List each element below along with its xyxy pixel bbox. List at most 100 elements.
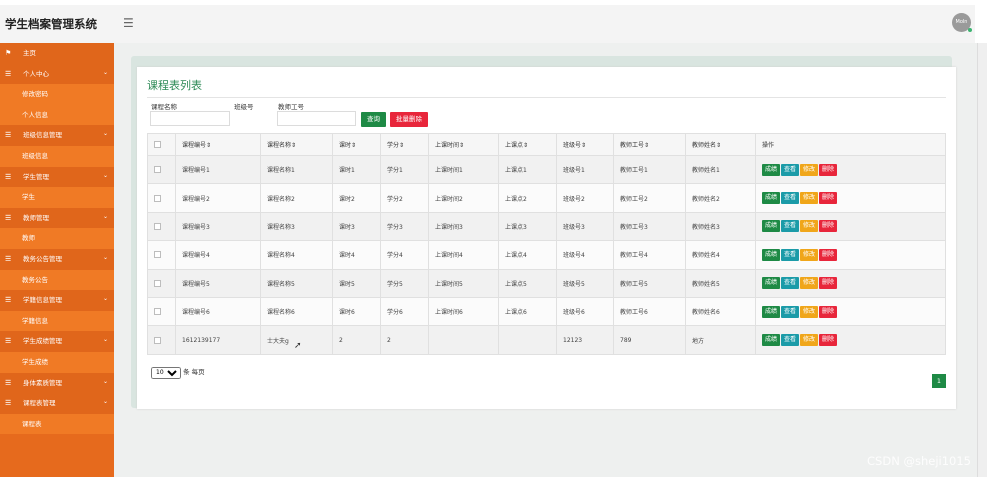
menu-toggle-icon[interactable]: ☰ [123,16,134,30]
sidebar-item-3[interactable]: 个人信息 [0,104,114,126]
table-cell: 课程名称4 [260,240,333,270]
sidebar-item-13[interactable]: 学籍信息 [0,310,114,332]
table-cell: 2 [332,325,381,355]
sidebar-item-2[interactable]: 修改密码 [0,84,114,105]
sidebar-label: 班级信息 [22,151,48,160]
table-cell: 课程编号4 [175,240,261,270]
score-button[interactable]: 成绩 [762,334,781,347]
sidebar-group-12[interactable]: ☰ 学籍信息管理 ⌄ [0,290,114,311]
view-button[interactable]: 查看 [781,192,800,205]
page-size-suffix: 条 每页 [183,368,205,376]
score-button[interactable]: 成绩 [762,163,781,176]
sidebar-group-14[interactable]: ☰ 学生成绩管理 ⌄ [0,331,114,352]
edit-button[interactable]: 修改 [800,305,819,318]
sidebar-item-9[interactable]: 教师 [0,228,114,249]
edit-button[interactable]: 修改 [800,334,819,347]
column-header[interactable]: 课时⇕ [332,133,381,156]
row-checkbox[interactable] [154,222,161,230]
row-checkbox[interactable] [154,308,161,316]
sidebar-item-15[interactable]: 学生成绩 [0,351,114,373]
column-header[interactable]: 教师工号⇕ [613,133,686,156]
row-checkbox[interactable] [154,336,161,344]
batch-delete-button[interactable]: 批量删除 [390,112,428,127]
pagination-page-1[interactable]: 1 [932,374,946,388]
table-cell: 课程名称3 [260,211,333,242]
edit-button[interactable]: 修改 [800,248,819,261]
sidebar-item-18[interactable]: 课程表 [0,413,114,435]
sidebar-group-0[interactable]: ⚑ 主页 [0,43,114,64]
row-actions: 成绩 查看 修改 删除 [755,325,946,355]
edit-button[interactable]: 修改 [800,220,819,233]
edit-button[interactable]: 修改 [800,192,819,205]
sidebar-group-1[interactable]: ☰ 个人中心 ⌄ [0,63,114,85]
delete-button[interactable]: 删除 [819,163,838,176]
table-cell: 班级号5 [556,268,614,298]
sidebar-item-7[interactable]: 学生 [0,187,114,208]
sidebar-group-17[interactable]: ☰ 课程表管理 ⌄ [0,393,114,414]
column-header[interactable]: 操作 [755,133,946,156]
delete-button[interactable]: 删除 [819,248,838,261]
page-scrollbar[interactable] [977,43,987,477]
sidebar-group-4[interactable]: ☰ 班级信息管理 ⌄ [0,125,114,146]
page-size-select[interactable]: 10 [151,366,181,379]
sidebar-group-10[interactable]: ☰ 教务公告管理 ⌄ [0,248,114,270]
column-header[interactable]: 上课点⇕ [498,133,557,156]
column-header[interactable]: 上课时间⇕ [428,133,499,156]
row-actions: 成绩 查看 修改 删除 [755,268,946,298]
row-select-cell [147,154,176,185]
score-button[interactable]: 成绩 [762,192,781,205]
view-button[interactable]: 查看 [781,305,800,318]
table-cell: 上课点2 [498,183,557,213]
delete-button[interactable]: 删除 [819,220,838,233]
column-header[interactable]: 教师姓名⇕ [685,133,756,156]
row-checkbox[interactable] [154,279,161,287]
menu-icon: ☰ [5,378,12,387]
table-cell: 上课点6 [498,296,557,327]
table-cell: 上课点3 [498,211,557,242]
score-button[interactable]: 成绩 [762,277,781,290]
view-button[interactable]: 查看 [781,163,800,176]
edit-button[interactable]: 修改 [800,163,819,176]
score-button[interactable]: 成绩 [762,220,781,233]
delete-button[interactable]: 删除 [819,277,838,290]
sidebar-label: 教师 [22,234,35,243]
row-checkbox[interactable] [154,166,161,174]
sidebar-item-5[interactable]: 班级信息 [0,145,114,167]
table-cell: 上课时间1 [428,154,499,185]
table-cell: 教师工号1 [613,154,686,185]
avatar[interactable]: Moln [952,13,972,32]
view-button[interactable]: 查看 [781,277,800,290]
teacher-no-input[interactable] [277,111,356,126]
sidebar-label: 学生成绩 [22,357,48,366]
score-button[interactable]: 成绩 [762,305,781,318]
table-cell: 课程编号5 [175,268,261,298]
table-cell: 教师姓名2 [685,183,756,213]
row-checkbox[interactable] [154,194,161,202]
view-button[interactable]: 查看 [781,220,800,233]
view-button[interactable]: 查看 [781,334,800,347]
row-checkbox[interactable] [154,251,161,259]
table-cell: 1612139177 [175,325,261,355]
delete-button[interactable]: 删除 [819,334,838,347]
column-header[interactable]: 课程编号⇕ [175,133,261,156]
course-name-input[interactable] [150,111,230,126]
table-row: 课程编号3 课程名称3 课时3 学分3 上课时间3 上课点3 班级号3 教师工号3 教师姓名3 成… [147,211,946,242]
sidebar-group-16[interactable]: ☰ 身体素质管理 ⌄ [0,372,114,394]
select-all-checkbox[interactable] [154,141,161,148]
delete-button[interactable]: 删除 [819,192,838,205]
sidebar-group-8[interactable]: ☰ 教师管理 ⌄ [0,207,114,229]
table-row: 课程编号2 课程名称2 课时2 学分2 上课时间2 上课点2 班级号2 教师工号2 教师姓名2 成… [147,183,946,213]
search-button[interactable]: 查询 [361,112,386,127]
table-cell: 上课时间6 [428,296,499,327]
edit-button[interactable]: 修改 [800,277,819,290]
column-header[interactable]: 学分⇕ [380,133,429,156]
table-cell: 课时6 [332,296,381,327]
view-button[interactable]: 查看 [781,248,800,261]
column-header[interactable]: 班级号⇕ [556,133,614,156]
delete-button[interactable]: 删除 [819,305,838,318]
chevron-down-icon: ⌄ [102,68,108,76]
column-header[interactable]: 课程名称⇕ [260,133,333,156]
sidebar-item-11[interactable]: 教务公告 [0,269,114,291]
score-button[interactable]: 成绩 [762,248,781,261]
sidebar-group-6[interactable]: ☰ 学生管理 ⌄ [0,166,114,188]
